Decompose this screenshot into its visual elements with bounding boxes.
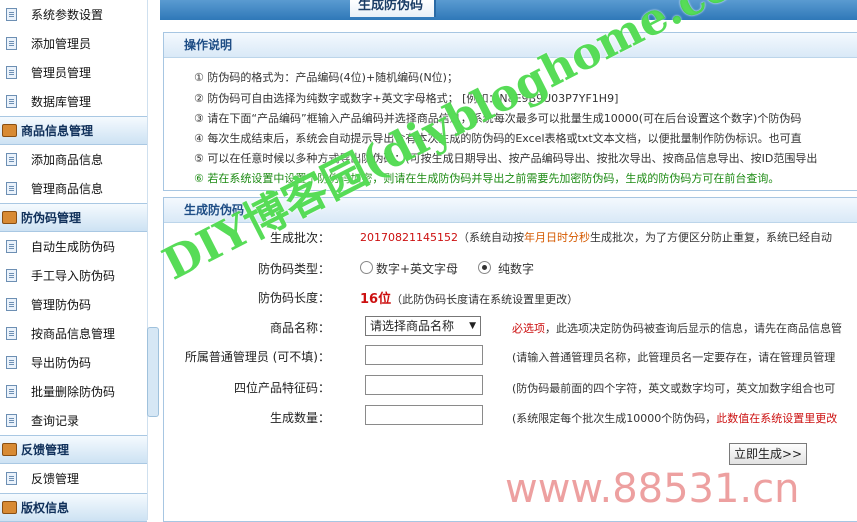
document-icon [6,356,17,369]
type-radio-numeric[interactable] [478,261,491,274]
sidebar-item-11[interactable]: 按商品信息管理 [0,319,147,348]
document-icon [6,414,17,427]
type-option-numeric: 纯数字 [498,262,535,276]
length-note: （此防伪码长度请在系统设置里更改） [391,293,579,306]
sidebar-item-9[interactable]: 手工导入防伪码 [0,261,147,290]
product-note-required: 必选项 [512,322,545,335]
sidebar-item-label: 批量删除防伪码 [31,385,116,399]
sidebar-item-16[interactable]: 反馈管理 [0,464,147,493]
sidebar-item-label: 反馈管理 [31,472,80,486]
sidebar-item-0[interactable]: 系统参数设置 [0,0,147,29]
sidebar-item-label: 防伪码管理 [21,211,82,225]
sidebar-scrollbar[interactable] [147,327,159,417]
document-icon [6,385,17,398]
length-row: 16位（此防伪码长度请在系统设置里更改） [360,288,578,307]
count-note-row: (系统限定每个批次生成10000个防伪码，此数值在系统设置里更改 [512,410,837,426]
manager-note: (请输入普通管理员名称，此管理员名一定要存在，请在管理员管理 [512,351,836,364]
sidebar-item-label: 数据库管理 [31,95,92,109]
sidebar: 系统参数设置 添加管理员管理员管理数据库管理商品信息管理添加商品信息 管理商品信息防… [0,0,148,522]
count-note-red: 此数值在系统设置里更改 [716,412,838,425]
sidebar-item-label: 按商品信息管理 [31,327,116,341]
type-radio-alnum[interactable] [360,261,373,274]
document-icon [6,327,17,340]
sidebar-item-label: 版权信息 [21,501,70,515]
sidebar-item-label: 导出防伪码 [31,356,92,370]
sidebar-group-7[interactable]: 防伪码管理 [0,203,147,232]
code4-label: 四位产品特征码： [233,381,330,395]
sidebar-item-10[interactable]: 管理防伪码 [0,290,147,319]
document-icon [6,298,17,311]
sidebar-item-5[interactable]: 添加商品信息 [0,145,147,174]
folder-icon [2,124,17,137]
sidebar-item-label: 查询记录 [31,414,80,428]
generate-submit-button[interactable]: 立即生成>> [729,443,807,465]
count-note-pre: (系统限定每个批次生成10000个防伪码， [512,412,717,425]
count-input[interactable] [365,405,483,425]
document-icon [6,95,17,108]
product-note: ，此选项决定防伪码被查询后显示的信息，请先在商品信息管 [545,322,842,335]
sidebar-item-8[interactable]: 自动生成防伪码 [0,232,147,261]
sidebar-item-label: 自动生成防伪码 [31,240,116,254]
sidebar-item-label: 添加商品信息 [31,153,104,167]
folder-icon [2,211,17,224]
sidebar-item-13[interactable]: 批量删除防伪码 [0,377,147,406]
dropdown-arrow-icon: ▼ [469,321,476,331]
sidebar-item-label: 系统参数设置 [31,8,104,22]
type-option-alnum: 数字+英文字母 [376,262,459,276]
sidebar-item-label: 反馈管理 [21,443,70,457]
document-icon [6,8,17,21]
sidebar-item-label: 商品信息管理 [21,124,94,138]
folder-icon [2,443,17,456]
sidebar-item-12[interactable]: 导出防伪码 [0,348,147,377]
length-value: 16位 [360,292,392,307]
sidebar-item-label: 手工导入防伪码 [31,269,116,283]
instruction-line-4: ④ 每次生成结束后，系统会自动提示导出含有本次生成的防伪码的Excel表格或tx… [194,132,802,145]
sidebar-item-6[interactable]: 管理商品信息 [0,174,147,203]
sidebar-group-17[interactable]: 版权信息 [0,493,147,522]
manager-input[interactable] [365,345,483,365]
document-icon [6,153,17,166]
sidebar-item-label: 管理商品信息 [31,182,104,196]
batch-row: 20170821145152（系统自动按年月日时分秒生成批次，为了方便区分防止重… [360,229,832,245]
folder-icon [2,501,17,514]
manager-label: 所属普通管理员 (可不填)： [184,350,330,364]
document-icon [6,66,17,79]
length-label: 防伪码长度： [257,291,330,305]
sidebar-item-3[interactable]: 数据库管理 [0,87,147,116]
document-icon [6,472,17,485]
count-label: 生成数量： [269,411,330,425]
sidebar-group-15[interactable]: 反馈管理 [0,435,147,464]
instruction-line-1: ① 防伪码的格式为：产品编码(4位)+随机编码(N位)； [194,71,458,84]
batch-note-em: 年月日时分秒 [523,231,590,244]
document-icon [6,37,17,50]
sidebar-item-label: 管理防伪码 [31,298,92,312]
batch-note-pre: （系统自动按 [457,231,524,244]
sidebar-item-1[interactable]: 添加管理员 [0,29,147,58]
sidebar-item-2[interactable]: 管理员管理 [0,58,147,87]
top-bar: 生成防伪码 [160,0,857,20]
document-icon [6,182,17,195]
code4-note: (防伪码最前面的四个字符，英文或数字均可，英文加数字组合也可 [512,382,836,395]
code4-input[interactable] [365,375,483,395]
product-select-value: 请选择商品名称 [370,319,455,333]
sidebar-item-14[interactable]: 查询记录 [0,406,147,435]
product-label: 商品名称： [269,321,330,335]
sidebar-item-label: 添加管理员 [31,37,92,51]
document-icon [6,240,17,253]
product-note-row: 必选项，此选项决定防伪码被查询后显示的信息，请先在商品信息管 [512,320,842,336]
document-icon [6,269,17,282]
batch-note-post: 生成批次，为了方便区分防止重复，系统已经自动 [589,231,832,244]
site-watermark: www.88531.cn [505,466,800,512]
tab-generate-code[interactable]: 生成防伪码 [350,0,436,17]
product-select[interactable]: 请选择商品名称 ▼ [365,316,481,336]
sidebar-item-label: 管理员管理 [31,66,92,80]
batch-value: 20170821145152 [360,231,458,244]
sidebar-group-4[interactable]: 商品信息管理 [0,116,147,145]
